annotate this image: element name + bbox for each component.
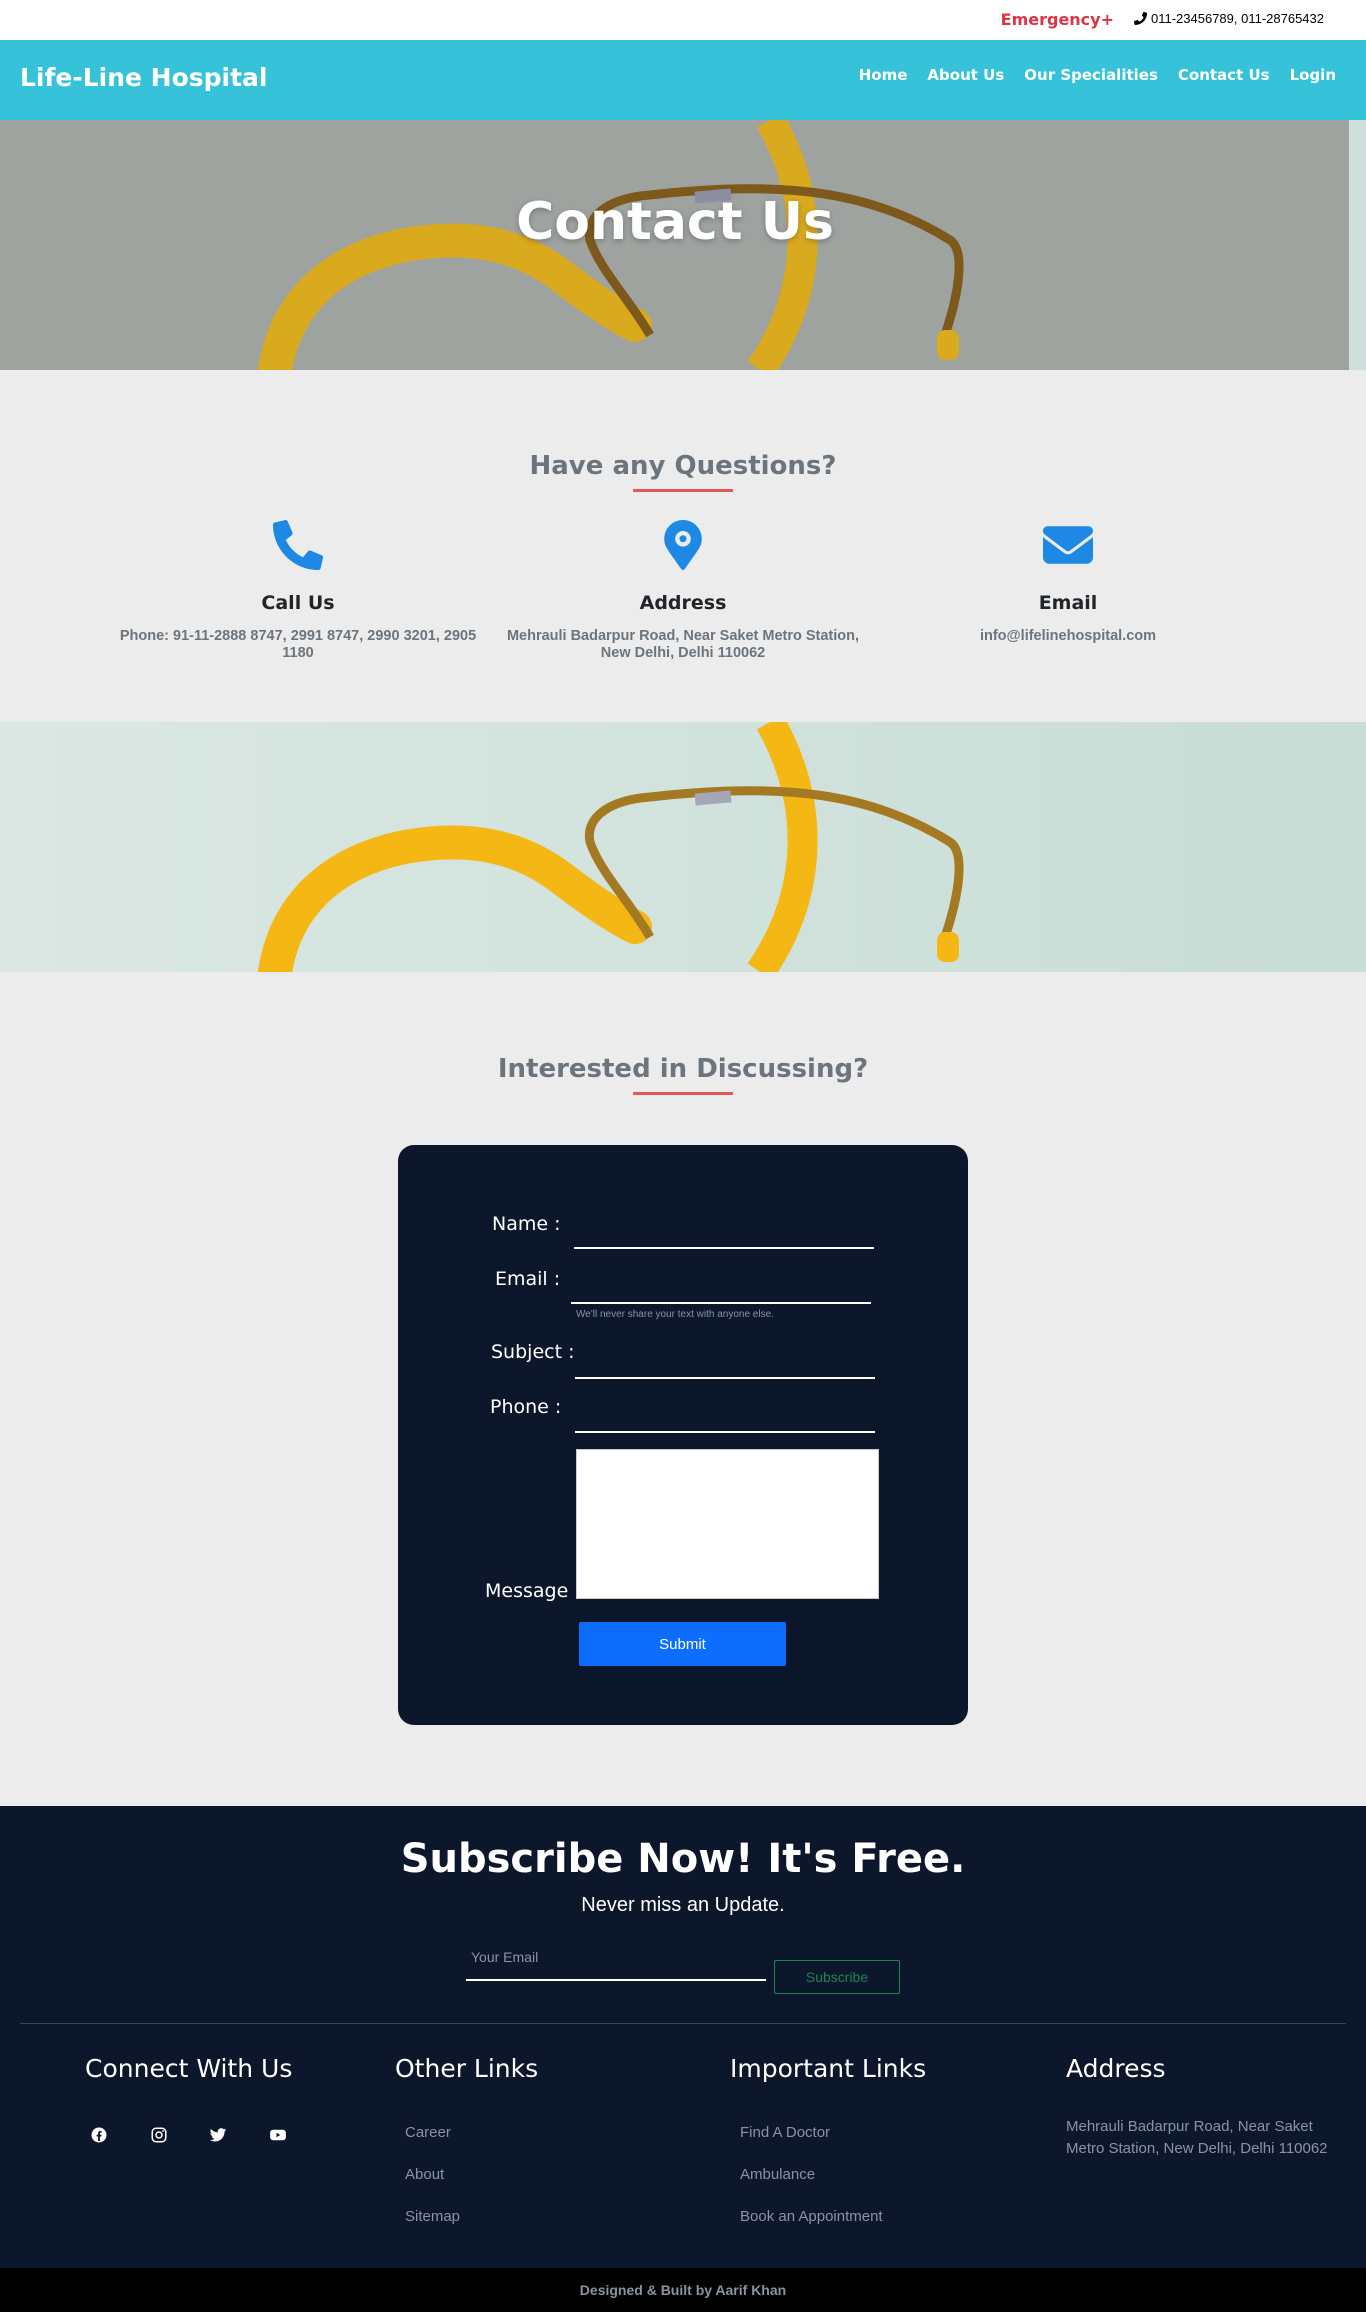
discuss-title: Interested in Discussing? — [497, 1054, 869, 1084]
footer-link-career[interactable]: Career — [405, 2124, 451, 2141]
footer-link-sitemap[interactable]: Sitemap — [405, 2208, 460, 2225]
info-address-text: Mehrauli Badarpur Road, Near Saket Metro… — [506, 628, 860, 661]
footer-divider — [20, 2023, 1346, 2024]
name-input[interactable] — [574, 1247, 874, 1249]
discuss-underline — [633, 1092, 733, 1095]
twitter-icon[interactable] — [209, 2126, 227, 2144]
top-bar: Emergency+ 011-23456789, 011-28765432 — [0, 0, 1366, 40]
emergency-label: Emergency+ — [1000, 10, 1114, 29]
info-email: Email info@lifelinehospital.com — [878, 520, 1258, 645]
address-title: Address — [1066, 2054, 1166, 2083]
info-call-heading: Call Us — [261, 592, 335, 614]
credit-text: Designed & Built by Aarif Khan — [579, 2282, 787, 2298]
message-textarea[interactable] — [576, 1449, 879, 1599]
subscribe-button[interactable]: Subscribe — [774, 1960, 900, 1994]
nav-link-login[interactable]: Login — [1290, 66, 1336, 84]
subscribe-tagline: Never miss an Update. — [581, 1894, 785, 1916]
brand-logo[interactable]: Life-Line Hospital — [20, 63, 268, 92]
footer: Subscribe Now! It's Free. Never miss an … — [0, 1806, 1366, 2268]
email-label: Email : — [495, 1268, 561, 1290]
subject-label: Subject : — [491, 1341, 575, 1363]
info-address: Address Mehrauli Badarpur Road, Near Sak… — [493, 520, 873, 662]
footer-link-find-doctor[interactable]: Find A Doctor — [740, 2124, 830, 2141]
envelope-icon — [1043, 526, 1093, 564]
page-title: Contact Us — [516, 192, 834, 252]
nav-link-contact[interactable]: Contact Us — [1178, 66, 1270, 84]
nav-link-specialities[interactable]: Our Specialities — [1024, 66, 1158, 84]
hero-edge — [1349, 120, 1366, 370]
credit-bar: Designed & Built by Aarif Khan — [0, 2268, 1366, 2312]
map-pin-icon — [664, 520, 702, 570]
phone-icon — [1133, 12, 1147, 25]
connect-title: Connect With Us — [85, 2054, 293, 2083]
nav-links: Home About Us Our Specialities Contact U… — [859, 66, 1336, 84]
hero-banner: Contact Us — [0, 120, 1366, 370]
phone-label: Phone : — [490, 1396, 562, 1418]
nav-link-home[interactable]: Home — [859, 66, 908, 84]
footer-link-about[interactable]: About — [405, 2166, 444, 2183]
instagram-icon[interactable] — [150, 2126, 168, 2144]
stethoscope-image — [0, 722, 1366, 972]
important-links-title: Important Links — [730, 2054, 927, 2083]
subscribe-title: Subscribe Now! It's Free. — [400, 1836, 966, 1882]
contact-form: Name : Email : We'll never share your te… — [398, 1145, 968, 1725]
info-email-heading: Email — [1038, 592, 1098, 614]
footer-link-appointment[interactable]: Book an Appointment — [740, 2208, 883, 2225]
subject-input[interactable] — [575, 1377, 875, 1379]
info-email-text[interactable]: info@lifelinehospital.com — [878, 628, 1258, 645]
phone-icon — [273, 520, 323, 570]
info-call-text: Phone: 91-11-2888 8747, 2991 8747, 2990 … — [119, 628, 477, 661]
other-links-title: Other Links — [395, 2054, 539, 2083]
email-hint: We'll never share your text with anyone … — [576, 1309, 774, 1320]
info-address-heading: Address — [639, 592, 727, 614]
nav-link-about[interactable]: About Us — [927, 66, 1004, 84]
footer-link-ambulance[interactable]: Ambulance — [740, 2166, 815, 2183]
questions-underline — [633, 489, 733, 492]
emergency-phone: 011-23456789, 011-28765432 — [1133, 11, 1324, 26]
subscribe-email-input[interactable]: Your Email — [471, 1949, 538, 1965]
stethoscope-banner — [0, 722, 1366, 972]
footer-address: Mehrauli Badarpur Road, Near Saket Metro… — [1066, 2118, 1328, 2157]
name-label: Name : — [492, 1213, 561, 1235]
message-label: Message : — [485, 1580, 581, 1602]
navbar: Life-Line Hospital Home About Us Our Spe… — [0, 40, 1366, 120]
phone-input[interactable] — [575, 1431, 875, 1433]
phone-numbers: 011-23456789, 011-28765432 — [1150, 11, 1324, 26]
subscribe-email-underline — [466, 1979, 766, 1981]
info-call: Call Us Phone: 91-11-2888 8747, 2991 874… — [108, 520, 488, 662]
submit-button[interactable]: Submit — [579, 1622, 786, 1666]
youtube-icon[interactable] — [269, 2126, 287, 2144]
email-input[interactable] — [571, 1302, 871, 1304]
facebook-icon[interactable] — [90, 2126, 108, 2144]
questions-title: Have any Questions? — [529, 451, 837, 481]
